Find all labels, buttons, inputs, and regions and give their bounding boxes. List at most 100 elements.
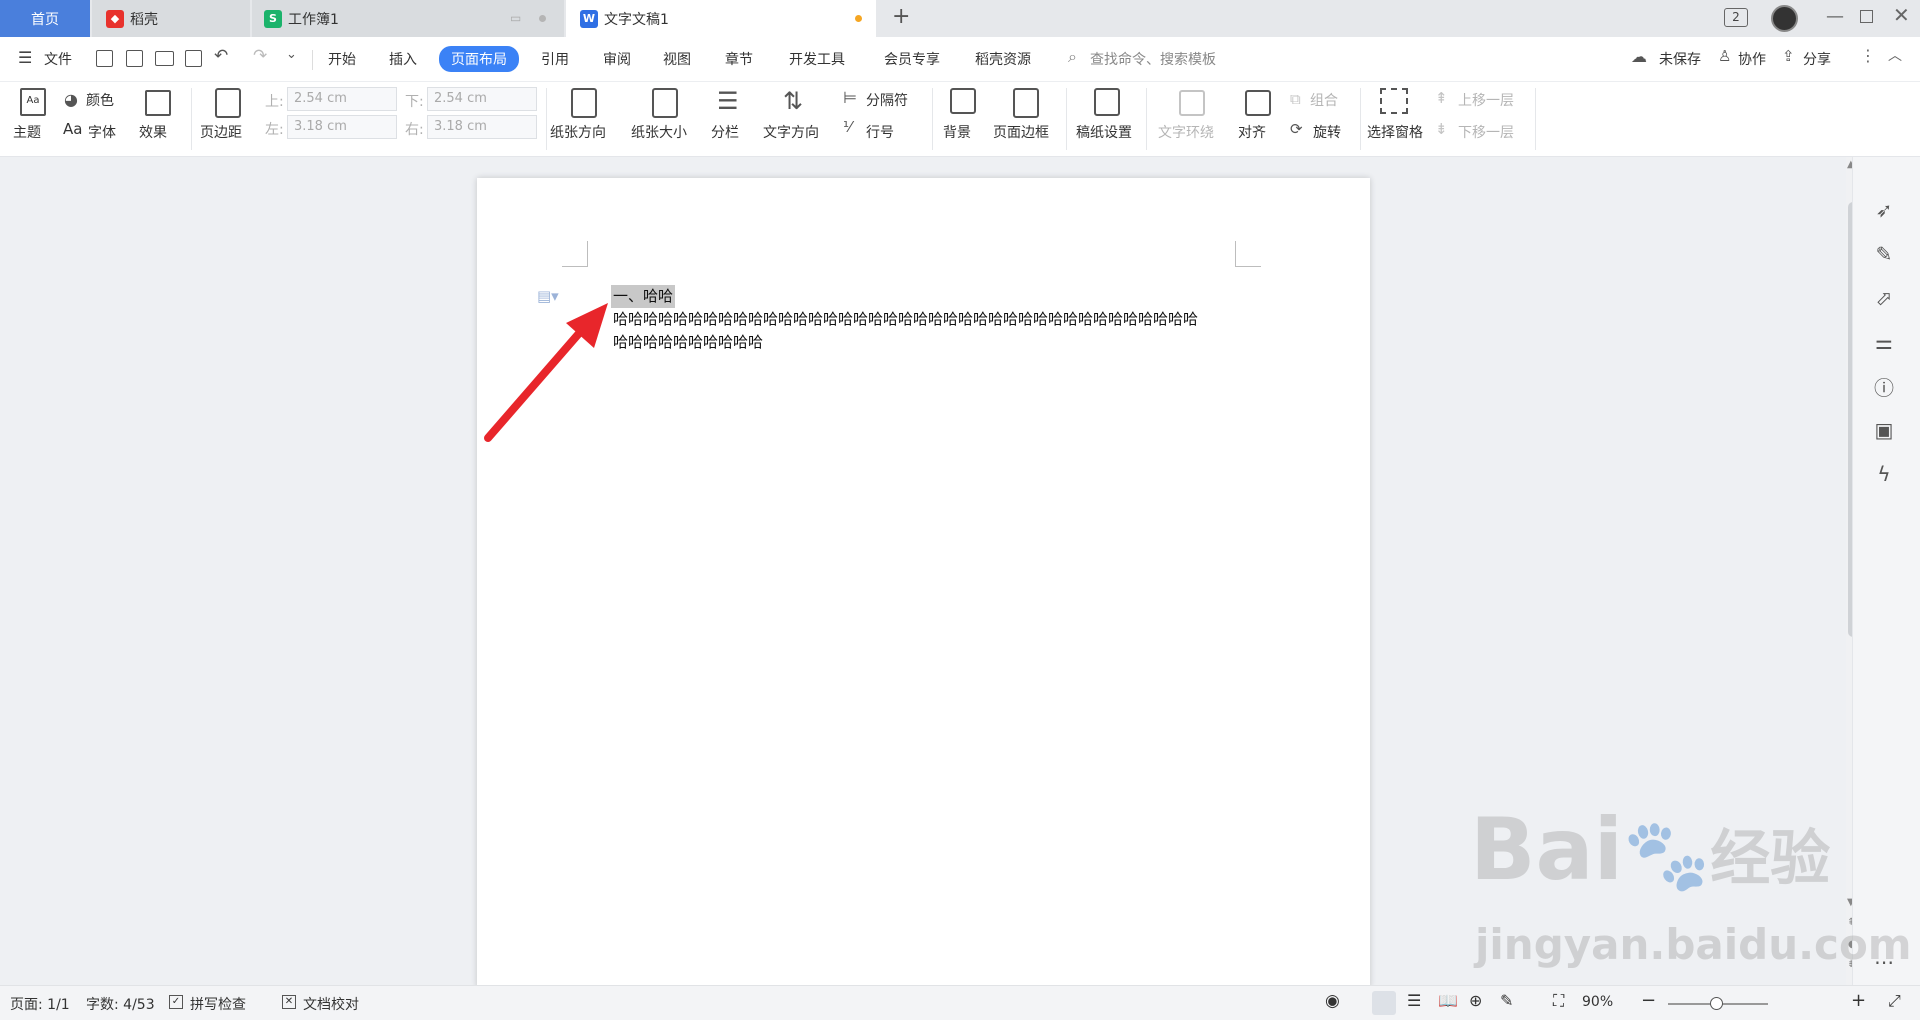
margin-top-label: 上: xyxy=(265,94,284,110)
fit-page-icon[interactable]: ⛶ xyxy=(1553,991,1564,1011)
tab-member[interactable]: 会员专享 xyxy=(884,49,940,69)
help-icon[interactable]: ⓘ xyxy=(1869,371,1899,401)
tab-review[interactable]: 审阅 xyxy=(603,49,631,69)
tab-view[interactable]: 视图 xyxy=(663,49,691,69)
tab-developer[interactable]: 开发工具 xyxy=(789,49,845,69)
rotate-button[interactable]: 旋转 xyxy=(1313,122,1341,142)
window-count-icon[interactable]: 2 xyxy=(1724,8,1748,27)
watermark-brand: Bai xyxy=(1470,800,1624,900)
document-body-line-1[interactable]: 哈哈哈哈哈哈哈哈哈哈哈哈哈哈哈哈哈哈哈哈哈哈哈哈哈哈哈哈哈哈哈哈哈哈哈哈哈哈哈 xyxy=(613,308,1198,331)
send-backward-button[interactable]: 下移一层 xyxy=(1458,122,1514,142)
tab-daoke[interactable]: ◆ 稻壳 xyxy=(92,0,250,37)
group-button[interactable]: 组合 xyxy=(1310,90,1338,110)
proofread-icon: ✕ xyxy=(282,995,296,1009)
paper-size-button[interactable]: 纸张大小 xyxy=(631,122,687,142)
zoom-level[interactable]: 90% xyxy=(1582,994,1613,1010)
write-mode-icon[interactable]: ✎ xyxy=(1500,991,1513,1010)
outline-view-icon[interactable]: ☰ xyxy=(1407,991,1421,1010)
proofread-button[interactable]: 文档校对 xyxy=(303,994,359,1014)
text-direction-button[interactable]: 文字方向 xyxy=(763,122,819,142)
image-icon[interactable]: ▣ xyxy=(1869,415,1899,445)
tab-daoke-resources[interactable]: 稻壳资源 xyxy=(975,49,1031,69)
reading-view-icon[interactable]: 📖 xyxy=(1438,991,1458,1010)
unsaved-status[interactable]: 未保存 xyxy=(1659,49,1701,69)
color-button[interactable]: 颜色 xyxy=(86,90,114,110)
menu-file[interactable]: 文件 xyxy=(44,49,72,69)
tab-reference[interactable]: 引用 xyxy=(541,49,569,69)
print-icon[interactable] xyxy=(155,51,174,66)
selection-pane-button[interactable]: 选择窗格 xyxy=(1367,122,1423,142)
margin-button[interactable]: 页边距 xyxy=(200,122,242,142)
hamburger-icon[interactable]: ☰ xyxy=(18,48,32,67)
divider xyxy=(546,88,547,150)
page-view-icon[interactable] xyxy=(1372,991,1396,1015)
fullscreen-icon[interactable]: ⤢ xyxy=(1888,991,1901,1011)
print-preview-icon[interactable] xyxy=(185,50,202,67)
margin-right-input[interactable]: 3.18 cm xyxy=(427,115,537,139)
page-count[interactable]: 页面: 1/1 xyxy=(10,994,70,1014)
text-wrap-button[interactable]: 文字环绕 xyxy=(1158,122,1214,142)
manuscript-button[interactable]: 稿纸设置 xyxy=(1076,122,1132,142)
divider xyxy=(1146,88,1147,150)
redo-icon[interactable]: ↷ xyxy=(253,46,267,66)
zoom-slider-thumb[interactable] xyxy=(1710,997,1723,1010)
tab-page-layout[interactable]: 页面布局 xyxy=(439,46,519,72)
columns-button[interactable]: 分栏 xyxy=(711,122,739,142)
lightning-icon[interactable]: ϟ xyxy=(1869,459,1899,489)
document-body-line-2[interactable]: 哈哈哈哈哈哈哈哈哈哈 xyxy=(613,331,763,354)
margin-top-input[interactable]: 2.54 cm xyxy=(287,87,397,111)
line-number-button[interactable]: 行号 xyxy=(866,122,894,142)
monitor-icon[interactable]: ▭ xyxy=(510,11,521,25)
tab-start[interactable]: 开始 xyxy=(328,49,356,69)
quick-access-dropdown-icon[interactable]: ⌄ xyxy=(286,47,297,62)
web-view-icon[interactable]: ⊕ xyxy=(1469,991,1482,1010)
cursor-icon[interactable]: ⬀ xyxy=(1869,283,1899,313)
effect-button[interactable]: 效果 xyxy=(139,122,167,142)
share-button[interactable]: 分享 xyxy=(1803,49,1831,69)
font-button[interactable]: 字体 xyxy=(88,122,116,142)
eye-protection-icon[interactable]: ◉ xyxy=(1325,991,1340,1011)
tab-doc[interactable]: W 文字文稿1 xyxy=(566,0,876,37)
tab-chapter[interactable]: 章节 xyxy=(725,49,753,69)
close-dot-icon[interactable] xyxy=(539,15,546,22)
close-window-icon[interactable]: ✕ xyxy=(1893,3,1910,27)
pen-icon[interactable]: ✎ xyxy=(1869,239,1899,269)
align-button[interactable]: 对齐 xyxy=(1238,122,1266,142)
palette-icon: ◕ xyxy=(64,90,78,109)
export-pdf-icon[interactable] xyxy=(126,50,143,67)
unsaved-dot-icon[interactable] xyxy=(855,15,862,22)
save-icon[interactable] xyxy=(96,50,113,67)
search-commands-input[interactable]: 查找命令、搜索模板 xyxy=(1090,49,1216,69)
margin-right-label: 右: xyxy=(405,122,424,138)
more-icon[interactable]: ⋮ xyxy=(1860,46,1876,65)
bring-forward-button[interactable]: 上移一层 xyxy=(1458,90,1514,110)
zoom-slider[interactable] xyxy=(1668,997,1768,1010)
rocket-icon[interactable]: ➶ xyxy=(1869,195,1899,225)
rotate-icon: ⟳ xyxy=(1290,120,1303,138)
minimize-icon[interactable]: — xyxy=(1826,6,1844,27)
avatar[interactable] xyxy=(1771,5,1798,32)
page-border-button[interactable]: 页面边框 xyxy=(993,122,1049,142)
red-arrow-annotation xyxy=(484,303,608,442)
tab-sheet[interactable]: S 工作簿1 ▭ xyxy=(252,0,564,37)
zoom-out-icon[interactable]: − xyxy=(1641,990,1656,1011)
zoom-in-icon[interactable]: + xyxy=(1851,990,1866,1011)
background-button[interactable]: 背景 xyxy=(943,122,971,142)
restore-icon[interactable] xyxy=(1860,10,1873,23)
word-count[interactable]: 字数: 4/53 xyxy=(86,994,155,1014)
new-tab-button[interactable]: + xyxy=(892,4,910,29)
collab-button[interactable]: 协作 xyxy=(1738,49,1766,69)
document-heading[interactable]: 一、哈哈 xyxy=(611,285,676,308)
tab-home-label: 首页 xyxy=(31,11,59,28)
tab-home[interactable]: 首页 xyxy=(0,0,90,37)
separator-button[interactable]: 分隔符 xyxy=(866,90,908,110)
settings-sliders-icon[interactable]: ⚌ xyxy=(1869,327,1899,357)
orientation-button[interactable]: 纸张方向 xyxy=(550,122,606,142)
spell-check-button[interactable]: 拼写检查 xyxy=(190,994,246,1014)
collapse-ribbon-icon[interactable]: ︿ xyxy=(1888,45,1902,65)
undo-icon[interactable]: ↶ xyxy=(214,46,228,66)
theme-button[interactable]: 主题 xyxy=(13,122,41,142)
margin-left-input[interactable]: 3.18 cm xyxy=(287,115,397,139)
margin-bottom-input[interactable]: 2.54 cm xyxy=(427,87,537,111)
tab-insert[interactable]: 插入 xyxy=(389,49,417,69)
